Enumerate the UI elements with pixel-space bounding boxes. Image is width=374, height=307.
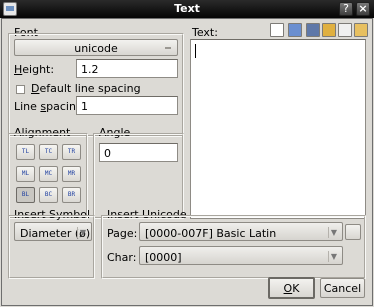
page-select-value: [0000-007F] Basic Latin [145, 227, 277, 240]
default-line-spacing-checkbox[interactable] [16, 85, 25, 94]
cut-icon[interactable] [322, 23, 336, 37]
text-caret [195, 44, 196, 58]
text-dialog: Font unicode Height: 1.2 Default line sp… [1, 18, 373, 306]
align-tr-button[interactable]: TR [62, 144, 81, 160]
text-label: Text: [192, 26, 218, 39]
char-select[interactable]: [0000] ▼ [139, 246, 343, 265]
char-select-value: [0000] [145, 251, 182, 264]
line-spacing-field[interactable]: 1 [76, 96, 178, 115]
ok-button[interactable]: OK [268, 277, 315, 299]
page-select[interactable]: [0000-007F] Basic Latin ▼ [139, 222, 343, 241]
symbol-select[interactable]: Diameter (ø) ▼ [14, 222, 92, 241]
copy-icon[interactable] [338, 23, 352, 37]
align-bl-button[interactable]: BL [16, 187, 35, 203]
height-field[interactable]: 1.2 [76, 59, 178, 78]
height-label: Height: [14, 63, 55, 76]
open-icon[interactable] [288, 23, 302, 37]
chevron-down-icon: ▼ [328, 251, 339, 262]
font-select-label: unicode [74, 42, 118, 55]
chevron-down-icon: ▼ [77, 227, 88, 238]
align-mr-button[interactable]: MR [62, 166, 81, 182]
font-select-indicator [165, 47, 171, 49]
align-ml-button[interactable]: ML [16, 166, 35, 182]
align-mc-button[interactable]: MC [39, 166, 58, 182]
angle-field[interactable]: 0 [99, 143, 178, 162]
angle-value: 0 [104, 147, 111, 160]
font-select-button[interactable]: unicode [14, 39, 178, 56]
cancel-label: Cancel [323, 282, 362, 295]
insert-unicode-button[interactable] [345, 224, 361, 240]
align-bc-button[interactable]: BC [39, 187, 58, 203]
align-tl-button[interactable]: TL [16, 144, 35, 160]
help-icon[interactable]: ? [339, 2, 353, 16]
window-title: Text [174, 2, 200, 15]
height-value: 1.2 [81, 63, 99, 76]
char-label: Char: [107, 251, 137, 264]
save-icon[interactable] [306, 23, 320, 37]
align-br-button[interactable]: BR [62, 187, 81, 203]
chevron-down-icon: ▼ [328, 227, 339, 238]
page-label: Page: [107, 227, 138, 240]
ok-label: OK [283, 282, 300, 295]
paste-icon[interactable] [354, 23, 368, 37]
text-input[interactable] [190, 39, 366, 219]
align-tc-button[interactable]: TC [39, 144, 58, 160]
default-line-spacing-label[interactable]: Default line spacing [31, 82, 141, 95]
cancel-button[interactable]: Cancel [320, 278, 365, 298]
line-spacing-value: 1 [81, 100, 88, 113]
new-icon[interactable] [270, 23, 284, 37]
close-icon[interactable]: × [356, 2, 370, 16]
title-bar: Text ? × [0, 0, 374, 18]
